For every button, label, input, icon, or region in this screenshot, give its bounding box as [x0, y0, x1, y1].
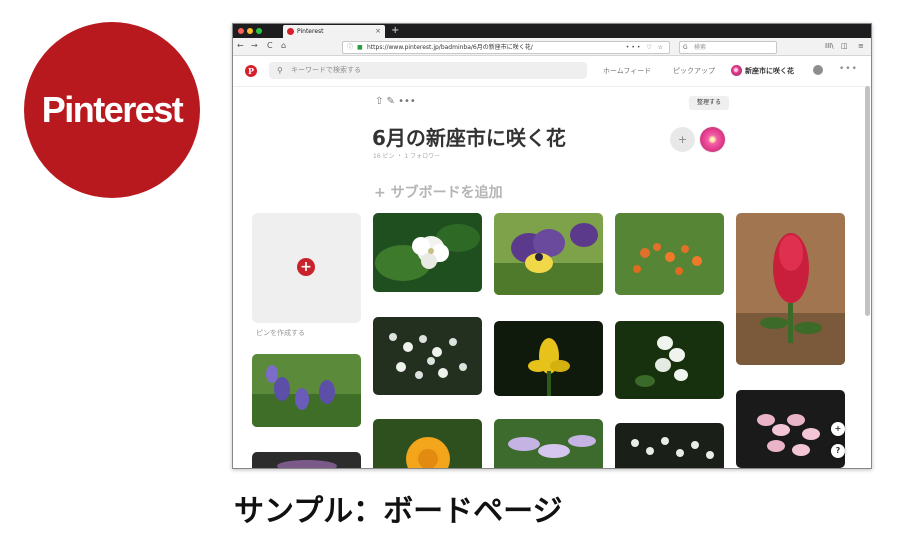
browser-search-field[interactable]: G 検索 — [679, 41, 777, 54]
pin-image — [494, 419, 603, 468]
pin-image — [615, 321, 724, 399]
pin-image — [615, 213, 724, 295]
pin-image — [736, 213, 845, 365]
create-pin-plus-icon[interactable]: + — [297, 258, 315, 276]
pin-image — [494, 213, 603, 295]
pin-image — [736, 390, 845, 468]
pin-white-trillium[interactable] — [373, 213, 482, 292]
create-pin-label: ピンを作成する — [256, 329, 305, 337]
pin-orange-flowers[interactable] — [615, 213, 724, 295]
pin-image — [373, 419, 482, 468]
browser-toolbar: ← → C ⌂ ⓘ ■ https://www.pinterest.jp/bad… — [233, 38, 871, 56]
page-actions[interactable]: ••• ♡ ☆ — [626, 42, 665, 53]
address-bar[interactable]: ⓘ ■ https://www.pinterest.jp/badminba/6月… — [342, 41, 670, 54]
search-icon: ⚲ — [277, 66, 283, 75]
pin-white-bells[interactable] — [615, 321, 724, 399]
pin-bottom-left[interactable] — [252, 452, 361, 468]
floating-plus-button[interactable]: + — [831, 422, 845, 436]
home-button[interactable]: ⌂ — [281, 41, 286, 51]
search-engine-icon: G — [683, 44, 688, 51]
pinterest-favicon-icon — [287, 28, 294, 35]
browser-window: Pinterest × + ← → C ⌂ ⓘ ■ https://www.pi… — [232, 23, 872, 469]
back-button[interactable]: ← — [237, 41, 244, 51]
close-window-icon[interactable] — [238, 28, 244, 34]
pinterest-search-input[interactable]: ⚲ キーワードで検索する — [269, 62, 587, 79]
pin-yellow-iris[interactable] — [494, 321, 603, 396]
reload-button[interactable]: C — [267, 41, 273, 51]
pin-pansy[interactable] — [494, 213, 603, 295]
pin-image — [373, 317, 482, 395]
pin-image — [494, 321, 603, 396]
pinterest-header: P ⚲ キーワードで検索する ホームフィード ピックアップ 新座市に咲く花 ••… — [233, 56, 871, 87]
more-icon[interactable]: ••• — [839, 64, 858, 74]
nav-pickup[interactable]: ピックアップ — [673, 65, 715, 77]
tab-title: Pinterest — [297, 28, 324, 35]
minimize-window-icon[interactable] — [247, 28, 253, 34]
board-meta: 16 ピン ・ 1 フォロワー — [373, 153, 441, 160]
pin-hosta[interactable] — [494, 419, 603, 468]
tab-bar: Pinterest × + — [233, 24, 871, 38]
menu-icon[interactable]: ≡ — [858, 41, 864, 52]
pin-white-clusters[interactable] — [373, 317, 482, 395]
pin-white-small-bells[interactable] — [615, 423, 724, 468]
pin-image — [373, 213, 482, 292]
tab-pinterest[interactable]: Pinterest × — [283, 25, 385, 38]
pin-image — [615, 423, 724, 468]
pinterest-logo: Pinterest — [24, 22, 200, 198]
caption: サンプル：ボードページ — [234, 494, 563, 529]
pin-calendula[interactable] — [373, 419, 482, 468]
organize-button[interactable]: 整理する — [689, 96, 729, 110]
pin-blue-vetch[interactable] — [252, 354, 361, 427]
browser-search-placeholder: 検索 — [694, 44, 707, 51]
lock-icon: ■ — [357, 44, 363, 51]
info-icon[interactable]: ⓘ — [347, 42, 353, 53]
search-placeholder: キーワードで検索する — [291, 66, 361, 74]
board-owner-avatar[interactable] — [700, 127, 725, 152]
url-text: https://www.pinterest.jp/badminba/6月の新座市… — [367, 44, 533, 51]
sidebar-icon[interactable]: ◫ — [841, 41, 848, 52]
board-title: 6月の新座市に咲く花 — [372, 126, 566, 150]
maximize-window-icon[interactable] — [256, 28, 262, 34]
pin-image — [252, 452, 361, 468]
chat-icon[interactable] — [813, 65, 823, 75]
forward-button[interactable]: → — [251, 41, 258, 51]
profile-avatar[interactable] — [731, 65, 742, 76]
library-icon[interactable]: III\ — [825, 41, 834, 52]
board-tools[interactable]: ⇧ ✎ ••• — [375, 96, 416, 107]
add-collaborator-icon[interactable]: + — [670, 127, 695, 152]
logo-text: Pinterest — [41, 89, 184, 130]
pin-red-clover[interactable] — [736, 213, 845, 365]
tab-close-icon[interactable]: × — [375, 25, 381, 38]
new-tab-button[interactable]: + — [391, 24, 399, 37]
add-subboard-button[interactable]: + サブボードを追加 — [374, 182, 503, 202]
nav-board-name[interactable]: 新座市に咲く花 — [745, 65, 794, 77]
pin-image — [252, 354, 361, 427]
scrollbar[interactable] — [865, 86, 870, 316]
help-button[interactable]: ? — [831, 444, 845, 458]
create-pin-card[interactable]: + — [252, 213, 361, 323]
pin-pink-lilies[interactable] — [736, 390, 845, 468]
nav-home-feed[interactable]: ホームフィード — [603, 65, 651, 77]
pinterest-logo-icon[interactable]: P — [245, 65, 257, 77]
